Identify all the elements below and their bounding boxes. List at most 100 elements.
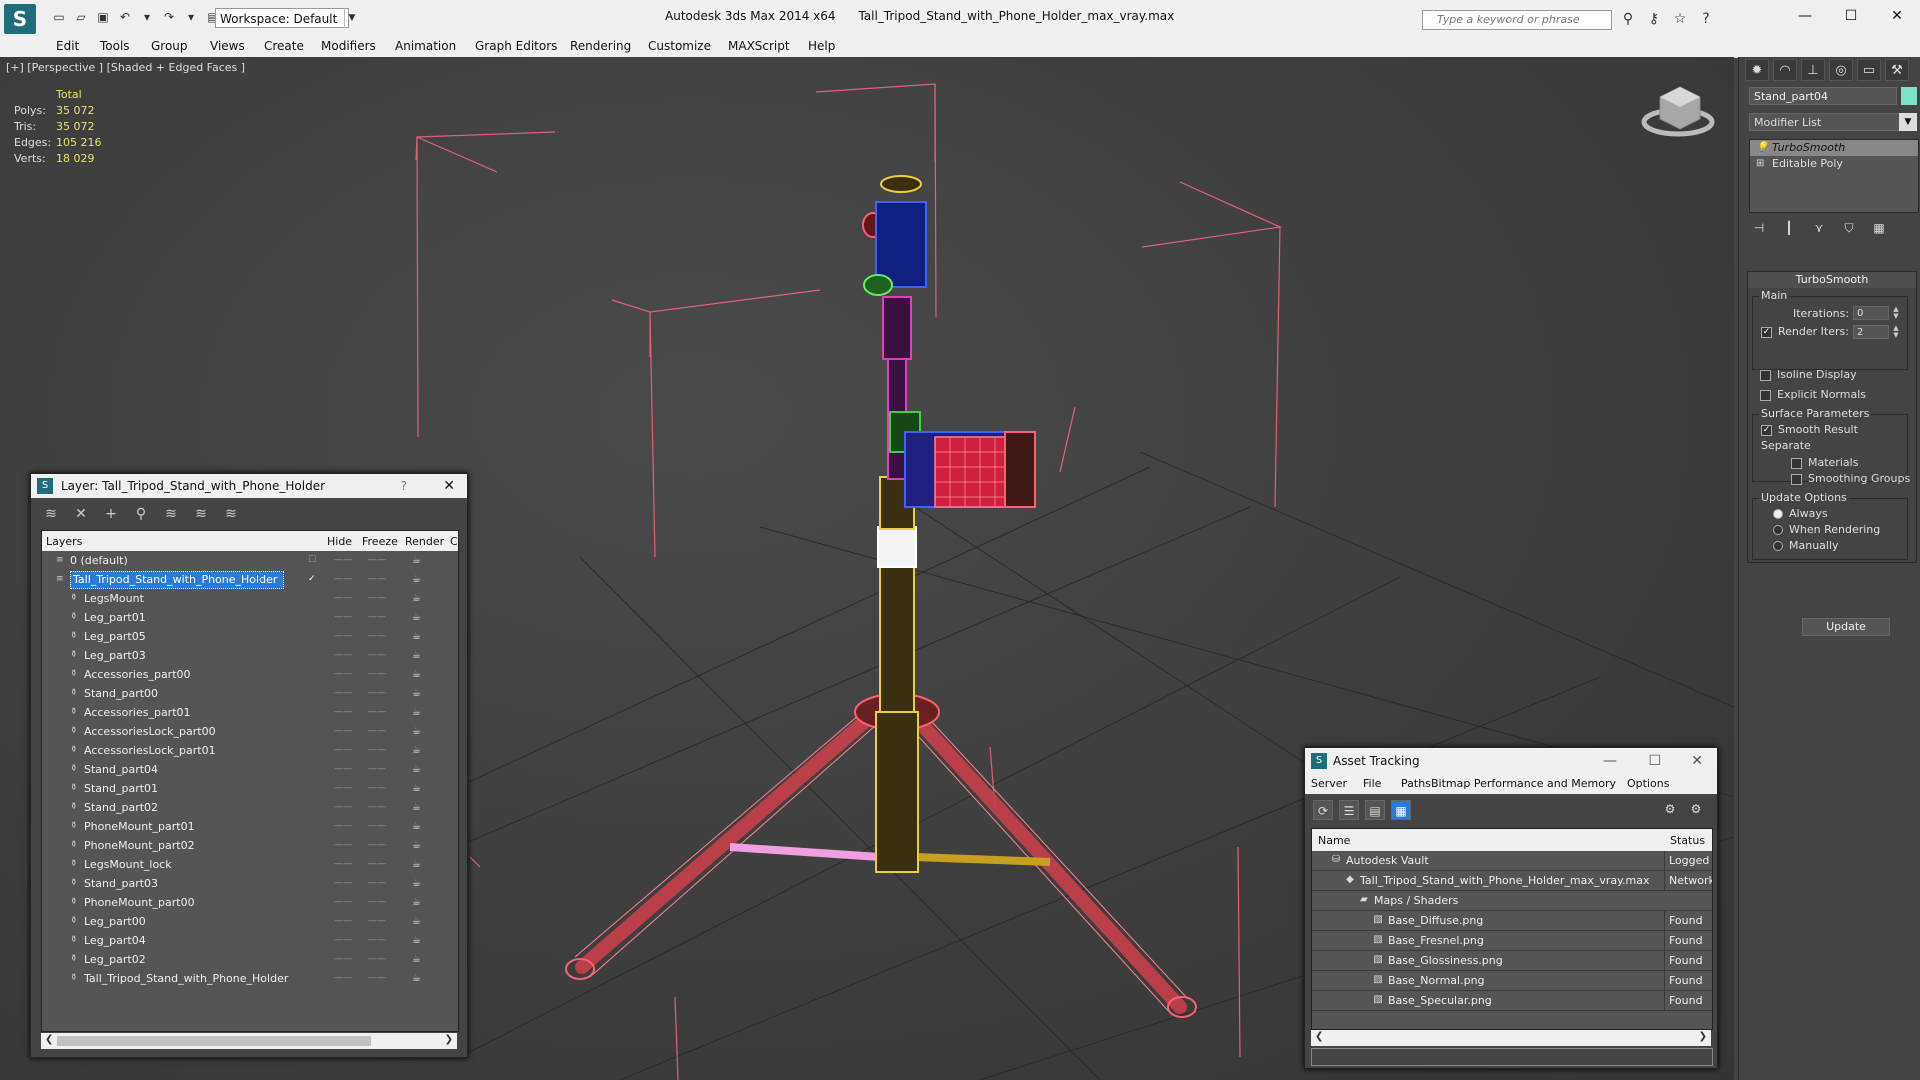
render-toggle-icon[interactable]: ☕ [412,570,421,589]
freeze-toggle[interactable]: —— [368,893,386,912]
update-button[interactable]: Update [1802,618,1890,636]
layer-row[interactable]: ⚱ Accessories_part00 —— —— ☕ [42,665,458,684]
binoculars-icon[interactable]: ⚲ [1620,11,1636,27]
new-file-icon[interactable]: ▭ [52,10,66,24]
layer-row[interactable]: ⚱ PhoneMount_part01 —— —— ☕ [42,817,458,836]
pin-stack-icon[interactable]: ⊣ [1749,219,1769,237]
layer-row[interactable]: ≡ 0 (default) ☐ —— —— ☕ [42,551,458,570]
freeze-toggle[interactable]: —— [368,817,386,836]
spinner-arrows-icon[interactable]: ▲ ▼ [1891,306,1901,320]
checkbox-icon[interactable]: ✓ [1761,326,1772,338]
maximize-icon[interactable]: ☐ [1828,0,1874,32]
layer-row[interactable]: ⚱ Leg_part00 —— —— ☕ [42,912,458,931]
explicit-normals-checkbox[interactable]: Explicit Normals [1760,388,1866,401]
hide-toggle[interactable]: —— [334,627,352,646]
hide-toggle[interactable]: —— [334,969,352,988]
minimize-icon[interactable]: — [1603,748,1617,774]
app-logo-icon[interactable]: S [4,4,36,34]
layer-row[interactable]: ⚱ Leg_part02 —— —— ☕ [42,950,458,969]
layer-row[interactable]: ⚱ Leg_part04 —— —— ☕ [42,931,458,950]
asset-row[interactable]: ⛁ Autodesk Vault Logged O [1312,851,1712,871]
viewport-label[interactable]: [+] [Perspective ] [Shaded + Edged Faces… [6,61,245,74]
freeze-toggle[interactable]: —— [368,684,386,703]
maximize-icon[interactable]: ☐ [1648,748,1661,774]
add-to-layer-icon[interactable]: + [101,504,121,524]
expand-icon[interactable]: ⊞ [1756,159,1766,169]
current-layer-icon[interactable]: ☐ [308,551,316,570]
asset-menu-file[interactable]: File [1363,777,1381,790]
help-icon[interactable]: ? [1698,11,1714,27]
hide-toggle[interactable]: —— [334,608,352,627]
redo-dropdown-icon[interactable]: ▾ [184,10,198,24]
render-toggle-icon[interactable]: ☕ [412,817,421,836]
lightbulb-icon[interactable]: 💡 [1756,143,1768,153]
hide-toggle[interactable]: —— [334,684,352,703]
hide-toggle[interactable]: —— [334,817,352,836]
hide-all-layers-icon[interactable]: ≋ [221,504,241,524]
spinner-arrows-icon[interactable]: ▲ ▼ [1891,325,1901,339]
freeze-toggle[interactable]: —— [368,589,386,608]
render-toggle-icon[interactable]: ☕ [412,608,421,627]
horizontal-scrollbar[interactable]: ❮ ❯ [41,1033,457,1049]
vault-settings-icon[interactable]: ⚙ [1687,800,1705,818]
freeze-toggle[interactable]: —— [368,551,386,570]
chevron-down-icon[interactable]: ▼ [1899,113,1917,131]
workspace-select[interactable]: Workspace: Default [215,8,349,28]
render-toggle-icon[interactable]: ☕ [412,760,421,779]
col-freeze[interactable]: Freeze [362,535,398,548]
layer-row[interactable]: ⚱ PhoneMount_part00 —— —— ☕ [42,893,458,912]
render-toggle-icon[interactable]: ☕ [412,798,421,817]
radio-icon[interactable] [1773,541,1783,551]
layer-row[interactable]: ⚱ PhoneMount_part02 —— —— ☕ [42,836,458,855]
layer-row[interactable]: ⚱ Stand_part03 —— —— ☕ [42,874,458,893]
hide-toggle[interactable]: —— [334,589,352,608]
hide-toggle[interactable]: —— [334,874,352,893]
asset-menu-bitmap[interactable]: Bitmap Performance and Memory [1431,777,1616,790]
render-toggle-icon[interactable]: ☕ [412,969,421,988]
render-toggle-icon[interactable]: ☕ [412,912,421,931]
close-icon[interactable]: ✕ [1691,748,1703,774]
layer-row[interactable]: ⚱ Stand_part04 —— —— ☕ [42,760,458,779]
col-layers[interactable]: Layers [46,535,82,548]
asset-row[interactable]: ▧ Base_Glossiness.png Found [1312,951,1712,971]
remove-modifier-icon[interactable]: ⛉ [1839,219,1859,237]
render-toggle-icon[interactable]: ☕ [412,779,421,798]
open-file-icon[interactable]: ▱ [74,10,88,24]
layer-row[interactable]: ⚱ LegsMount_lock —— —— ☕ [42,855,458,874]
utilities-tab-icon[interactable]: ⚒ [1885,59,1909,81]
hide-toggle[interactable]: —— [334,570,352,589]
freeze-toggle[interactable]: —— [368,760,386,779]
col-hide[interactable]: Hide [327,535,352,548]
hide-toggle[interactable]: —— [334,931,352,950]
list-view-icon[interactable]: ☰ [1339,800,1359,820]
render-toggle-icon[interactable]: ☕ [412,893,421,912]
show-end-result-icon[interactable]: ┃ [1779,219,1799,237]
hide-toggle[interactable]: —— [334,836,352,855]
checkbox-icon[interactable] [1760,389,1771,401]
menu-modifiers[interactable]: Modifiers [321,39,376,53]
hide-toggle[interactable]: —— [334,950,352,969]
display-tab-icon[interactable]: ▭ [1857,59,1881,81]
hide-toggle[interactable]: —— [334,893,352,912]
freeze-toggle[interactable]: —— [368,722,386,741]
render-toggle-icon[interactable]: ☕ [412,684,421,703]
scroll-right-icon[interactable]: ❯ [1699,1031,1707,1042]
hide-toggle[interactable]: —— [334,703,352,722]
scroll-left-icon[interactable]: ❮ [45,1034,53,1045]
col-render[interactable]: Render [405,535,444,548]
select-layer-icon[interactable]: ≋ [161,504,181,524]
layer-row[interactable]: ⚱ AccessoriesLock_part00 —— —— ☕ [42,722,458,741]
active-layer-check-icon[interactable]: ✓ [308,570,316,589]
render-toggle-icon[interactable]: ☕ [412,722,421,741]
stack-item-editable-poly[interactable]: ⊞ Editable Poly [1750,156,1918,172]
freeze-toggle[interactable]: —— [368,608,386,627]
refresh-icon[interactable]: ⟳ [1313,800,1333,820]
render-toggle-icon[interactable]: ☕ [412,855,421,874]
menu-graph-editors[interactable]: Graph Editors [475,39,557,53]
asset-row[interactable]: ▧ Base_Fresnel.png Found [1312,931,1712,951]
chevron-down-icon[interactable]: ▼ [344,8,359,28]
star-icon[interactable]: ☆ [1672,11,1688,27]
layer-row[interactable]: ⚱ Accessories_part01 —— —— ☕ [42,703,458,722]
make-unique-icon[interactable]: ⋎ [1809,219,1829,237]
motion-tab-icon[interactable]: ◎ [1829,59,1853,81]
